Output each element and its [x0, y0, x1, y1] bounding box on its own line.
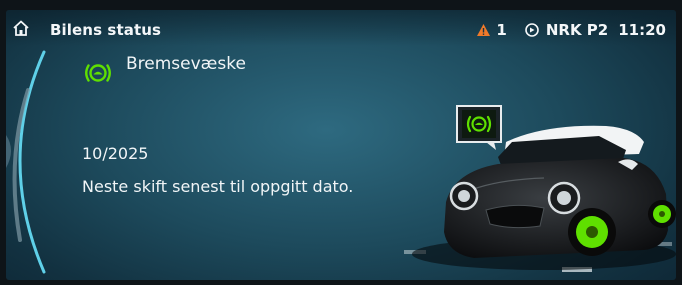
brake-fluid-icon [85, 64, 111, 82]
radio-icon [525, 23, 539, 37]
service-item-name[interactable]: Bremsevæske [126, 54, 246, 74]
service-due-date: 10/2025 [82, 144, 149, 163]
home-icon[interactable] [12, 19, 30, 37]
car-illustration [404, 125, 676, 272]
page-title: Bilens status [50, 21, 162, 39]
status-indicators: 1 NRK P2 11:20 [476, 21, 666, 39]
clock: 11:20 [618, 21, 666, 39]
radio-station[interactable]: NRK P2 [546, 21, 608, 39]
service-note: Neste skift senest til oppgitt dato. [82, 177, 354, 196]
warning-triangle-icon[interactable] [476, 23, 491, 37]
warning-count[interactable]: 1 [496, 21, 506, 39]
brake-fluid-callout-icon [456, 105, 502, 150]
status-bar: Bilens status 1 NRK P2 11:20 [6, 10, 676, 46]
list-scroll-arc[interactable] [6, 40, 66, 280]
vehicle-status-screen: Bilens status 1 NRK P2 11:20 Bremsevæske [6, 10, 676, 280]
